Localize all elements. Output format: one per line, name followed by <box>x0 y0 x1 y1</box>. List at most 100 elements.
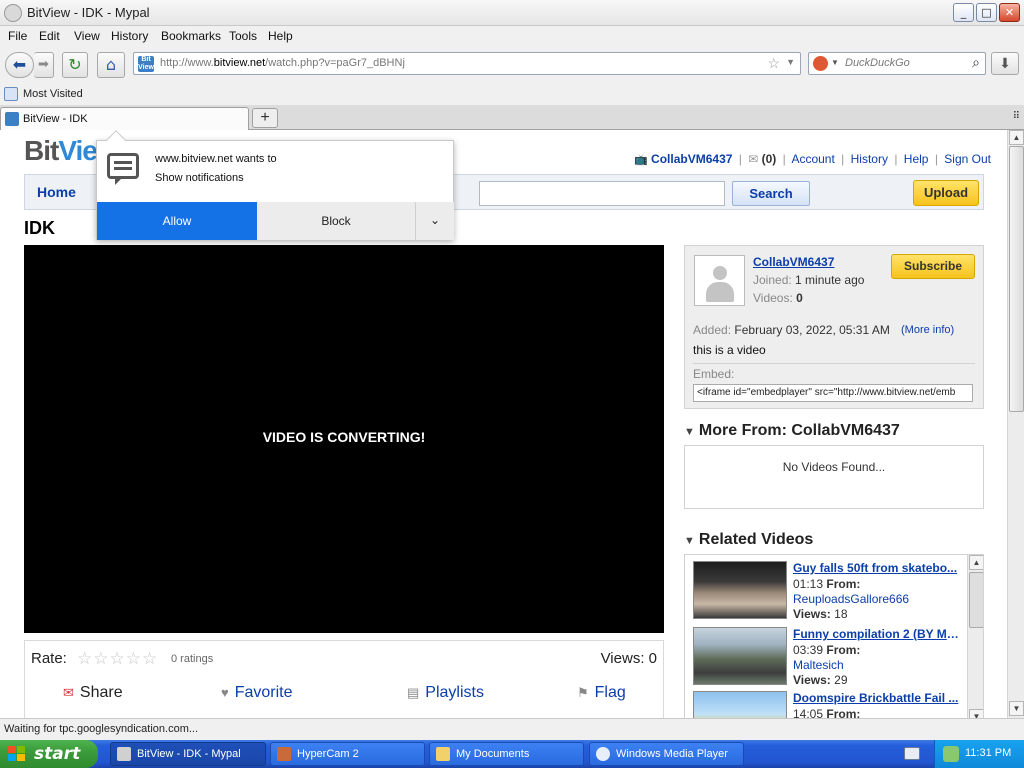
bookmark-star-icon[interactable]: ☆ <box>767 55 780 72</box>
url-domain: bitview.net <box>213 57 266 69</box>
related-video-item[interactable]: Doomspire Brickbattle Fail ... 14:05 Fro… <box>691 691 961 718</box>
separator: | <box>782 152 786 166</box>
menu-history[interactable]: History <box>111 29 148 43</box>
page-scrollbar[interactable]: ▲ ▼ <box>1007 130 1024 718</box>
taskbar-item-mypal[interactable]: BitView - IDK - Mypal <box>110 742 266 766</box>
menu-edit[interactable]: Edit <box>39 29 60 43</box>
network-icon[interactable] <box>943 746 959 762</box>
related-video-title[interactable]: Doomspire Brickbattle Fail ... <box>793 691 965 705</box>
help-link[interactable]: Help <box>904 152 929 166</box>
related-video-duration: 14:05 From: <box>793 707 860 718</box>
playlists-button[interactable]: ▤ Playlists <box>407 684 484 702</box>
channel-avatar[interactable] <box>694 255 745 306</box>
keyboard-icon[interactable] <box>904 747 920 760</box>
video-thumbnail[interactable] <box>693 561 787 619</box>
minimize-button[interactable]: _ <box>953 3 974 22</box>
bitview-favicon-icon <box>5 112 19 126</box>
nav-home-link[interactable]: Home <box>37 184 76 200</box>
related-list-scrollbar[interactable]: ▲ ▼ <box>967 555 983 718</box>
back-button[interactable]: ⬅ <box>5 52 34 78</box>
media-player-icon <box>596 747 610 761</box>
subscribe-button[interactable]: Subscribe <box>891 254 975 279</box>
more-from-heading-text: More From: CollabVM6437 <box>698 422 900 439</box>
taskbar-item-media-player[interactable]: Windows Media Player <box>589 742 744 766</box>
more-options-button[interactable]: ⌄ <box>415 202 454 240</box>
scroll-thumb[interactable] <box>1009 146 1024 412</box>
embed-code-field[interactable]: <iframe id="embedplayer" src="http://www… <box>693 384 973 402</box>
mypal-app-icon <box>4 4 22 22</box>
related-video-item[interactable]: Guy falls 50ft from skatebo... 01:13 Fro… <box>691 561 961 623</box>
separator: | <box>841 152 845 166</box>
start-button[interactable]: start <box>0 740 98 768</box>
menu-view[interactable]: View <box>74 29 100 43</box>
related-video-title[interactable]: Funny compilation 2 (BY MA... <box>793 627 965 641</box>
site-search-input[interactable] <box>479 181 725 206</box>
video-thumbnail[interactable] <box>693 627 787 685</box>
search-magnifier-icon[interactable]: ⌕ <box>972 54 980 71</box>
search-bar[interactable]: ▼ DuckDuckGo ⌕ <box>808 52 986 75</box>
channel-name-link[interactable]: CollabVM6437 <box>753 255 834 269</box>
block-button[interactable]: Block <box>257 202 415 240</box>
no-videos-message: No Videos Found... <box>782 460 886 474</box>
views-label: Views: <box>793 673 831 687</box>
heart-icon: ♥ <box>221 685 229 700</box>
home-button[interactable]: ⌂ <box>97 52 125 78</box>
share-button[interactable]: ✉ Share <box>63 684 123 702</box>
address-url[interactable]: http://www.bitview.net/watch.php?v=paGr7… <box>160 57 405 69</box>
related-video-uploader[interactable]: Maltesich <box>793 658 844 672</box>
forward-button[interactable]: ➡ <box>34 52 54 78</box>
more-from-heading[interactable]: ▼ More From: CollabVM6437 <box>684 422 900 440</box>
related-videos-heading[interactable]: ▼ Related Videos <box>684 531 813 549</box>
reload-icon: ↻ <box>68 55 82 74</box>
more-info-link[interactable]: (More info) <box>901 324 954 336</box>
bookmark-most-visited[interactable]: Most Visited <box>23 88 83 100</box>
duckduckgo-icon[interactable] <box>813 56 828 71</box>
scroll-down-icon[interactable]: ▼ <box>969 709 983 718</box>
history-link[interactable]: History <box>851 152 888 166</box>
related-video-uploader[interactable]: ReuploadsGallore666 <box>793 592 909 606</box>
allow-button[interactable]: Allow <box>97 202 257 240</box>
windows-flag-icon <box>8 746 26 762</box>
site-search-button[interactable]: Search <box>732 181 810 206</box>
search-engine-dropdown-icon[interactable]: ▼ <box>831 58 839 67</box>
notification-request: Show notifications <box>155 172 244 184</box>
address-bar[interactable]: Bit View http://www.bitview.net/watch.ph… <box>133 52 801 75</box>
taskbar-item-my-documents[interactable]: My Documents <box>429 742 584 766</box>
mail-icon[interactable]: ✉ <box>748 152 758 166</box>
close-button[interactable]: ✕ <box>999 3 1020 22</box>
related-video-title[interactable]: Guy falls 50ft from skatebo... <box>793 561 965 575</box>
menu-help[interactable]: Help <box>268 29 293 43</box>
reload-button[interactable]: ↻ <box>62 52 88 78</box>
menu-bookmarks[interactable]: Bookmarks <box>161 29 221 43</box>
video-thumbnail[interactable] <box>693 691 787 718</box>
menu-tools[interactable]: Tools <box>229 29 257 43</box>
downloads-button[interactable]: ⬇ <box>991 52 1019 75</box>
menu-file[interactable]: File <box>8 29 27 43</box>
related-video-item[interactable]: Funny compilation 2 (BY MA... 03:39 From… <box>691 627 965 689</box>
maximize-button[interactable]: □ <box>976 3 997 22</box>
tab-list-icon[interactable]: ⠿ <box>1013 111 1020 122</box>
sign-out-link[interactable]: Sign Out <box>944 152 991 166</box>
channel-video-count: Videos: 0 <box>753 291 803 305</box>
window-title: BitView - IDK - Mypal <box>27 5 150 20</box>
taskbar-item-hypercam[interactable]: HyperCam 2 <box>270 742 425 766</box>
flag-button[interactable]: ⚑ Flag <box>577 684 626 702</box>
new-tab-button[interactable]: + <box>252 108 278 128</box>
navigation-toolbar: ⬅ ➡ ↻ ⌂ Bit View http://www.bitview.net/… <box>0 46 1024 84</box>
scroll-down-icon[interactable]: ▼ <box>1009 701 1024 716</box>
favorite-button[interactable]: ♥ Favorite <box>221 684 293 702</box>
inbox-count[interactable]: (0) <box>762 152 777 166</box>
site-identity-icon[interactable]: Bit View <box>138 56 154 72</box>
account-link[interactable]: Account <box>791 152 834 166</box>
scroll-thumb[interactable] <box>969 572 983 628</box>
tab-bitview[interactable]: BitView - IDK <box>0 107 249 130</box>
rating-stars[interactable]: ☆☆☆☆☆ <box>77 649 158 669</box>
scroll-up-icon[interactable]: ▲ <box>969 555 983 570</box>
url-history-dropdown-icon[interactable]: ▼ <box>786 57 795 67</box>
user-link[interactable]: CollabVM6437 <box>651 152 732 166</box>
logo-bit: Bit <box>24 135 59 166</box>
clock[interactable]: 11:31 PM <box>965 747 1011 759</box>
video-player[interactable]: VIDEO IS CONVERTING! <box>24 245 664 633</box>
upload-button[interactable]: Upload <box>913 180 979 206</box>
scroll-up-icon[interactable]: ▲ <box>1009 130 1024 145</box>
